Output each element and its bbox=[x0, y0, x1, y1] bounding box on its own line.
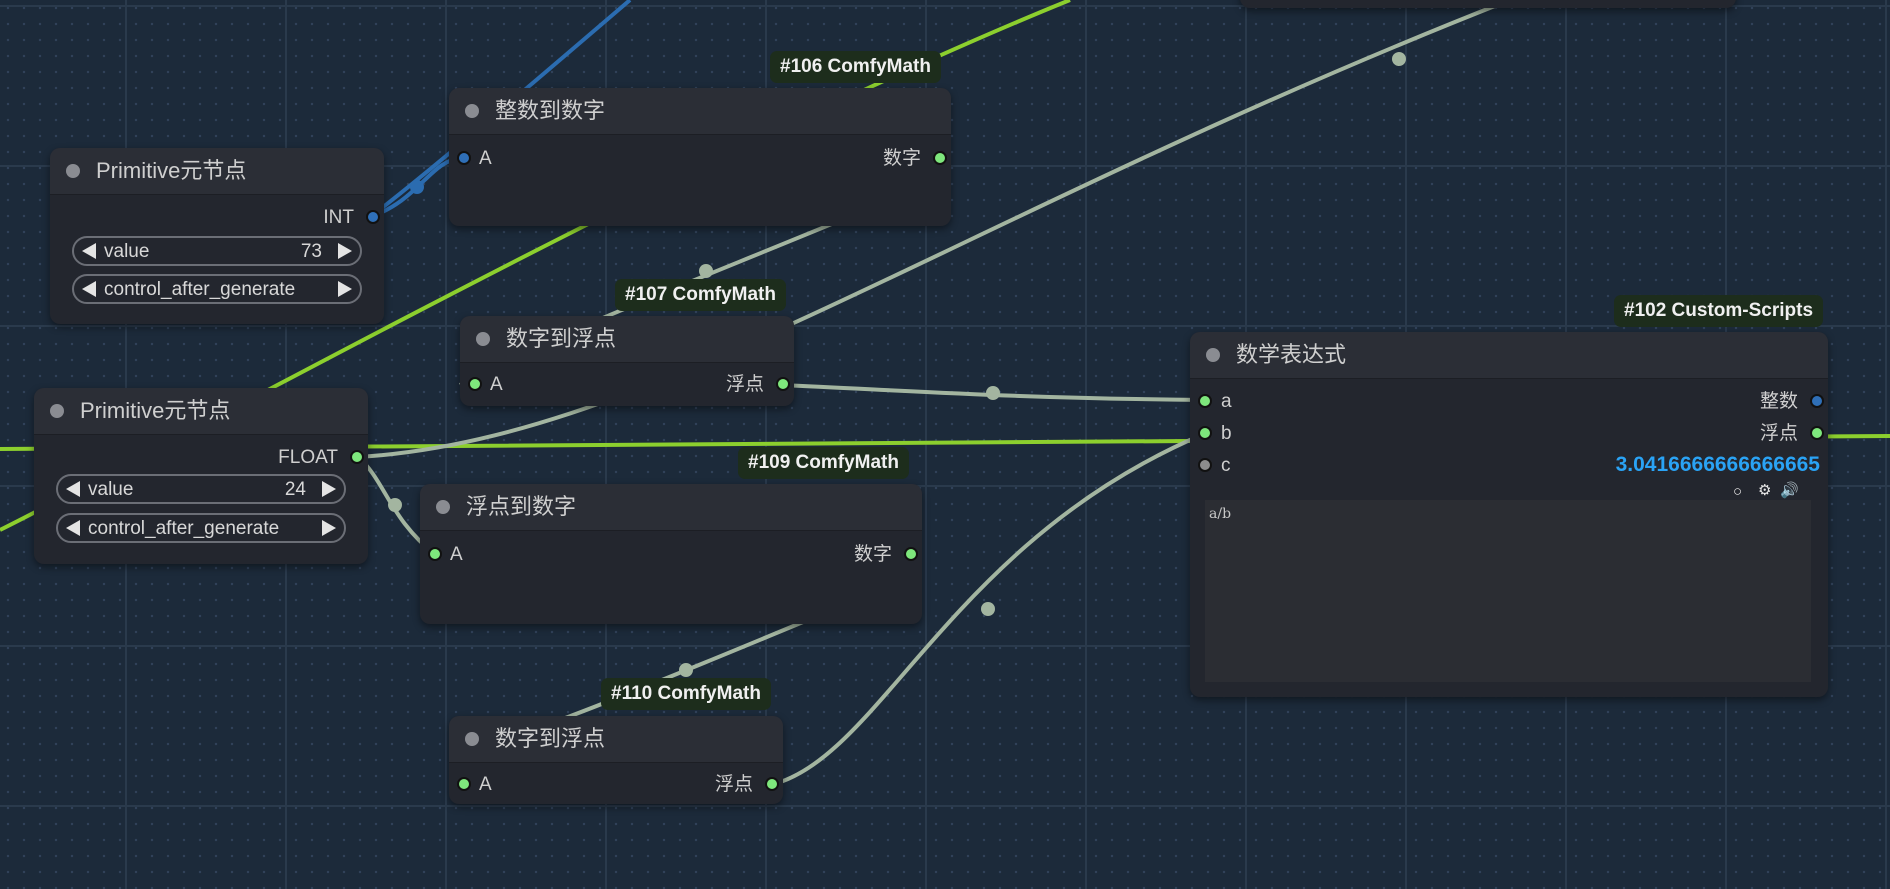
expression-textarea[interactable]: a/b bbox=[1205, 500, 1811, 682]
widget-name: control_after_generate bbox=[104, 279, 296, 300]
previous-arrow-icon[interactable] bbox=[82, 281, 96, 297]
collapse-dot-icon[interactable] bbox=[50, 404, 64, 418]
node-offscreen-top[interactable] bbox=[1240, 0, 1736, 8]
output-socket-int[interactable] bbox=[1810, 394, 1824, 408]
output-socket-float[interactable] bbox=[350, 450, 364, 464]
input-label-a: A bbox=[490, 374, 503, 395]
input-socket-a[interactable] bbox=[428, 547, 442, 561]
node-107-number-to-float[interactable]: 数字到浮点 A 浮点 bbox=[460, 316, 794, 406]
node-badge-106: #106 ComfyMath bbox=[770, 51, 941, 83]
input-socket-a[interactable] bbox=[457, 151, 471, 165]
node-header[interactable]: 浮点到数字 bbox=[420, 484, 922, 531]
input-label-a: A bbox=[450, 544, 463, 565]
output-label-float: 浮点 bbox=[725, 374, 764, 395]
next-arrow-icon[interactable] bbox=[338, 281, 352, 297]
input-label-b: b bbox=[1221, 423, 1232, 444]
widget-value[interactable]: 24 bbox=[285, 479, 306, 501]
node-title: Primitive元节点 bbox=[96, 158, 247, 183]
node-header[interactable]: 整数到数字 bbox=[449, 88, 951, 135]
expression-result: 3.0416666666666665 bbox=[1615, 453, 1820, 476]
output-socket-number[interactable] bbox=[904, 547, 918, 561]
gear-icon[interactable]: ⚙ bbox=[1758, 483, 1771, 499]
node-110-number-to-float[interactable]: 数字到浮点 A 浮点 bbox=[449, 716, 783, 804]
widget-name: value bbox=[104, 241, 150, 262]
input-socket-a[interactable] bbox=[1198, 394, 1212, 408]
output-label-float: 浮点 bbox=[1759, 423, 1798, 444]
decrement-arrow-icon[interactable] bbox=[66, 481, 80, 497]
next-arrow-icon[interactable] bbox=[322, 520, 336, 536]
widget-value[interactable]: 73 bbox=[301, 241, 322, 263]
node-header[interactable]: 数字到浮点 bbox=[460, 316, 794, 363]
output-label-number: 数字 bbox=[882, 148, 921, 169]
node-primitive-float[interactable]: Primitive元节点 FLOAT value 24 control_afte… bbox=[34, 388, 368, 564]
node-badge-107: #107 ComfyMath bbox=[615, 279, 786, 311]
control-after-generate-widget[interactable]: control_after_generate bbox=[72, 274, 362, 304]
collapse-dot-icon[interactable] bbox=[465, 732, 479, 746]
output-label-float: 浮点 bbox=[714, 774, 753, 795]
increment-arrow-icon[interactable] bbox=[322, 481, 336, 497]
collapse-dot-icon[interactable] bbox=[66, 164, 80, 178]
wire-grey-107-out[interactable] bbox=[779, 383, 1207, 402]
control-after-generate-widget[interactable]: control_after_generate bbox=[56, 513, 346, 543]
collapse-dot-icon[interactable] bbox=[1206, 348, 1220, 362]
node-badge-109: #109 ComfyMath bbox=[738, 447, 909, 479]
node-109-float-to-number[interactable]: 浮点到数字 A 数字 bbox=[420, 484, 922, 624]
node-title: 数学表达式 bbox=[1236, 342, 1347, 367]
input-label-a: A bbox=[479, 148, 492, 169]
circle-icon[interactable]: ○ bbox=[1733, 484, 1742, 500]
output-label-float: FLOAT bbox=[278, 447, 338, 468]
input-socket-a[interactable] bbox=[468, 377, 482, 391]
node-106-int-to-number[interactable]: 整数到数字 A 数字 bbox=[449, 88, 951, 226]
widget-name: value bbox=[88, 479, 134, 500]
node-title: 数字到浮点 bbox=[495, 726, 606, 751]
node-badge-102: #102 Custom-Scripts bbox=[1614, 295, 1824, 327]
widget-name: control_after_generate bbox=[88, 518, 280, 539]
node-header[interactable]: 数字到浮点 bbox=[449, 716, 783, 763]
node-primitive-int[interactable]: Primitive元节点 INT value 73 control_after_… bbox=[50, 148, 384, 324]
value-widget[interactable]: value 73 bbox=[72, 236, 362, 266]
node-102-math-expression[interactable]: 数学表达式 a b c 整数 浮点 3.0416666666666665 ○ ⚙… bbox=[1190, 332, 1828, 697]
input-socket-c[interactable] bbox=[1198, 458, 1212, 472]
output-label-int: 整数 bbox=[1759, 391, 1798, 412]
output-socket-number[interactable] bbox=[933, 151, 947, 165]
value-widget[interactable]: value 24 bbox=[56, 474, 346, 504]
node-title: 浮点到数字 bbox=[466, 494, 577, 519]
node-title: 整数到数字 bbox=[495, 98, 606, 123]
input-label-c: c bbox=[1221, 455, 1231, 476]
output-label-int: INT bbox=[323, 207, 354, 228]
collapse-dot-icon[interactable] bbox=[465, 104, 479, 118]
node-header[interactable]: Primitive元节点 bbox=[50, 148, 384, 195]
output-socket-float[interactable] bbox=[765, 777, 779, 791]
node-title: 数字到浮点 bbox=[506, 326, 617, 351]
node-badge-110: #110 ComfyMath bbox=[601, 678, 771, 710]
node-title: Primitive元节点 bbox=[80, 398, 231, 423]
output-socket-float[interactable] bbox=[776, 377, 790, 391]
increment-arrow-icon[interactable] bbox=[338, 243, 352, 259]
collapse-dot-icon[interactable] bbox=[476, 332, 490, 346]
node-header[interactable]: Primitive元节点 bbox=[34, 388, 368, 435]
decrement-arrow-icon[interactable] bbox=[82, 243, 96, 259]
output-socket-int[interactable] bbox=[366, 210, 380, 224]
input-socket-a[interactable] bbox=[457, 777, 471, 791]
input-label-a: a bbox=[1221, 391, 1232, 412]
input-socket-b[interactable] bbox=[1198, 426, 1212, 440]
output-socket-float[interactable] bbox=[1810, 426, 1824, 440]
previous-arrow-icon[interactable] bbox=[66, 520, 80, 536]
speaker-icon[interactable]: 🔊 bbox=[1780, 483, 1799, 499]
collapse-dot-icon[interactable] bbox=[436, 500, 450, 514]
output-label-number: 数字 bbox=[853, 544, 892, 565]
input-label-a: A bbox=[479, 774, 492, 795]
node-header[interactable]: 数学表达式 bbox=[1190, 332, 1828, 379]
